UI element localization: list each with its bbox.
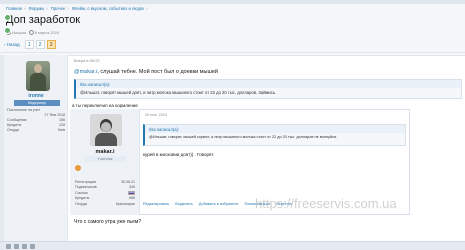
- breadcrumb-flame[interactable]: Флейм, о вкусном, событиях и людях: [72, 6, 144, 11]
- page-3-button[interactable]: 3: [46, 40, 56, 49]
- nested-post-text: курей в московии доят)) . Говорят.: [143, 152, 215, 157]
- stat-value: Київ: [57, 128, 65, 132]
- stat-value: Красноярск: [115, 201, 135, 206]
- quote-text: @Ильшат, говорят мышей доят, и литр моло…: [80, 89, 277, 95]
- post-text: @makar.i, слушай тебне. Мой пост был о д…: [74, 69, 219, 75]
- divider: [0, 52, 465, 53]
- quote-author[interactable]: Ilsa написал(а):: [76, 80, 461, 88]
- user-role-badge: Участник: [84, 156, 126, 162]
- online-indicator-icon: [4, 27, 11, 34]
- stat-label: Ссылки: [75, 190, 88, 195]
- avatar[interactable]: [90, 114, 122, 146]
- bookmark-link[interactable]: Добавить в избранное: [199, 202, 239, 206]
- flag-icon: [128, 190, 135, 195]
- stat-label: Постоянное на учет: [7, 108, 41, 112]
- nested-username[interactable]: makar.i: [70, 149, 140, 155]
- toolbar-icon[interactable]: [14, 244, 19, 249]
- breadcrumb-home[interactable]: Главная: [6, 6, 22, 11]
- quote-block: Ilsa написал(а): @Ильшат, говорят мышей …: [74, 79, 462, 99]
- user-role-badge: Модератор: [14, 100, 60, 106]
- avatar[interactable]: [26, 61, 50, 91]
- thread-author[interactable]: Ильшат: [12, 30, 26, 35]
- post-username[interactable]: ironne: [4, 93, 68, 99]
- clock-icon: [28, 30, 34, 36]
- stat-value: 345: [129, 185, 135, 190]
- stat-label: Регистрация: [75, 179, 97, 184]
- stat-value: 30.06.21: [121, 179, 135, 184]
- toolbar-icon[interactable]: [6, 244, 11, 249]
- user-stats: Регистрация 30.06.21 Подписчиков 345 Ссылк…: [75, 179, 135, 207]
- nested-post-date[interactable]: 20 ноя. 2024: [145, 113, 167, 117]
- post-user-column: ironne Модератор Постоянное на учет 27 Я…: [4, 55, 68, 250]
- prev-page-button[interactable]: ‹ Назад: [4, 42, 20, 47]
- breadcrumb: Главная › Форумы › Прочее › Флейм, о вкусно…: [6, 6, 148, 11]
- pagination: ‹ Назад 1 2 3: [4, 40, 56, 49]
- nested-user-column: makar.i Участник Регистрация 30.06.21 Под…: [70, 109, 140, 215]
- thread-meta: Ильшат 8 марта 2024: [6, 30, 60, 36]
- page-title: Доп заработок: [6, 14, 81, 26]
- quote-block: Ilsa написал(а): @Ильшат, говорят, мышей…: [143, 124, 406, 146]
- quote-text: @Ильшат, говорят, мышей кормят, а литр м…: [149, 134, 338, 139]
- bottom-toolbar: [0, 241, 465, 250]
- post-date[interactable]: Вчера в 06:22: [74, 58, 100, 63]
- breadcrumb-other[interactable]: Прочее: [51, 6, 65, 11]
- watermark: https://freeservis.com.ua: [255, 196, 397, 211]
- user-mention[interactable]: @makar.i: [74, 69, 97, 75]
- thread-date: 8 марта 2024: [34, 30, 60, 35]
- online-indicator-icon: [4, 14, 11, 21]
- breadcrumb-forums[interactable]: Форумы: [29, 6, 45, 11]
- post-text-2: а ты переключил на кормление: [72, 103, 138, 108]
- quote-author[interactable]: Ilsa написал(а):: [145, 125, 405, 133]
- stat-value: 666: [129, 196, 135, 201]
- page-2-button[interactable]: 2: [35, 40, 45, 49]
- stat-label: Подписчиков: [75, 185, 97, 190]
- page-1-button[interactable]: 1: [24, 40, 34, 49]
- stat-label: Кредиты: [75, 196, 90, 201]
- toolbar-icon[interactable]: [22, 244, 27, 249]
- top-bar: [0, 0, 465, 4]
- select-link[interactable]: Выделить: [175, 202, 193, 206]
- post-text: Что с самого утра уже пьем?: [74, 219, 142, 225]
- user-stats: Постоянное на учет 27 Янв 2018 Сообщения…: [7, 108, 65, 133]
- edit-link[interactable]: Редактировать: [143, 202, 169, 206]
- stat-label: Откуда: [75, 201, 87, 206]
- stat-label: Откуда: [7, 128, 19, 132]
- toolbar-icon[interactable]: [30, 244, 35, 249]
- trophy-icon: [75, 165, 81, 171]
